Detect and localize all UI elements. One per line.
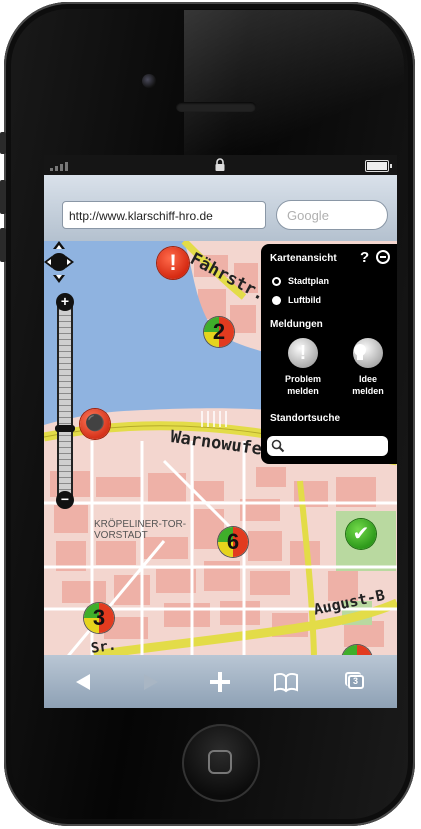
status-bar [44,155,397,175]
street-label-sr: Sr. [90,637,118,655]
collapse-icon[interactable] [376,250,390,264]
home-square-icon [208,750,232,774]
layer-radio-stadtplan[interactable] [272,277,281,286]
cluster-marker[interactable]: 2 [204,317,234,347]
tabs-icon[interactable]: 3 [342,669,370,695]
back-arrow-icon[interactable] [70,669,98,695]
reports-title: Meldungen [270,319,323,330]
forward-arrow-icon[interactable] [136,669,164,695]
location-search-input[interactable] [267,436,388,456]
bookmarks-icon[interactable] [272,669,300,695]
front-camera [142,74,156,88]
district-label: KRÖPELINER-TOR- VORSTADT [94,519,187,541]
search-icon [271,439,285,453]
phone-screen: http://www.klarschiff-hro.de Google Fähr… [44,155,397,708]
map-view[interactable]: Fährstr. Warnowufer August-B Sr. KRÖPELI… [44,241,397,655]
cluster-marker[interactable]: 6 [218,527,248,557]
glass-reflection [184,10,404,160]
map-control-panel: Kartenansicht ? Stadtplan Luftbild Meldu… [261,244,397,464]
zoom-out-button[interactable]: − [56,491,74,509]
browser-toolbar: 3 [44,655,397,708]
idea-marker[interactable]: ⚫ [80,409,110,439]
volume-down-button[interactable] [0,228,6,262]
cluster-marker[interactable]: 3 [84,603,114,633]
mute-switch[interactable] [0,132,6,154]
layer-radio-luftbild[interactable] [272,296,281,305]
battery-icon [365,160,392,172]
location-search-title: Standortsuche [270,413,341,424]
problem-report-icon[interactable]: ! [288,338,318,368]
home-button[interactable] [182,724,260,802]
zoom-slider[interactable] [57,296,73,506]
layer-label-stadtplan[interactable]: Stadtplan [288,276,329,286]
pan-control[interactable] [44,241,74,283]
help-icon[interactable]: ? [360,249,369,266]
problem-marker[interactable]: ! [157,247,189,279]
zoom-in-button[interactable]: + [56,293,74,311]
url-field[interactable]: http://www.klarschiff-hro.de [62,201,266,229]
lightbulb-icon [354,344,366,360]
browser-address-bar: http://www.klarschiff-hro.de Google [44,175,397,241]
lock-icon [215,158,225,171]
layer-label-luftbild[interactable]: Luftbild [288,295,321,305]
problem-report-label[interactable]: Problem melden [277,373,329,397]
idea-report-label[interactable]: Idee melden [342,373,394,397]
earpiece-speaker [176,102,256,112]
tabs-count: 3 [353,676,359,686]
add-icon[interactable] [206,669,234,695]
signal-strength-icon [50,162,68,171]
resolved-marker[interactable]: ✔ [346,519,376,549]
idea-report-icon[interactable] [353,338,383,368]
zoom-slider-handle[interactable] [55,425,75,432]
volume-up-button[interactable] [0,180,6,214]
search-field[interactable]: Google [276,200,388,230]
panel-title: Kartenansicht [270,253,337,264]
